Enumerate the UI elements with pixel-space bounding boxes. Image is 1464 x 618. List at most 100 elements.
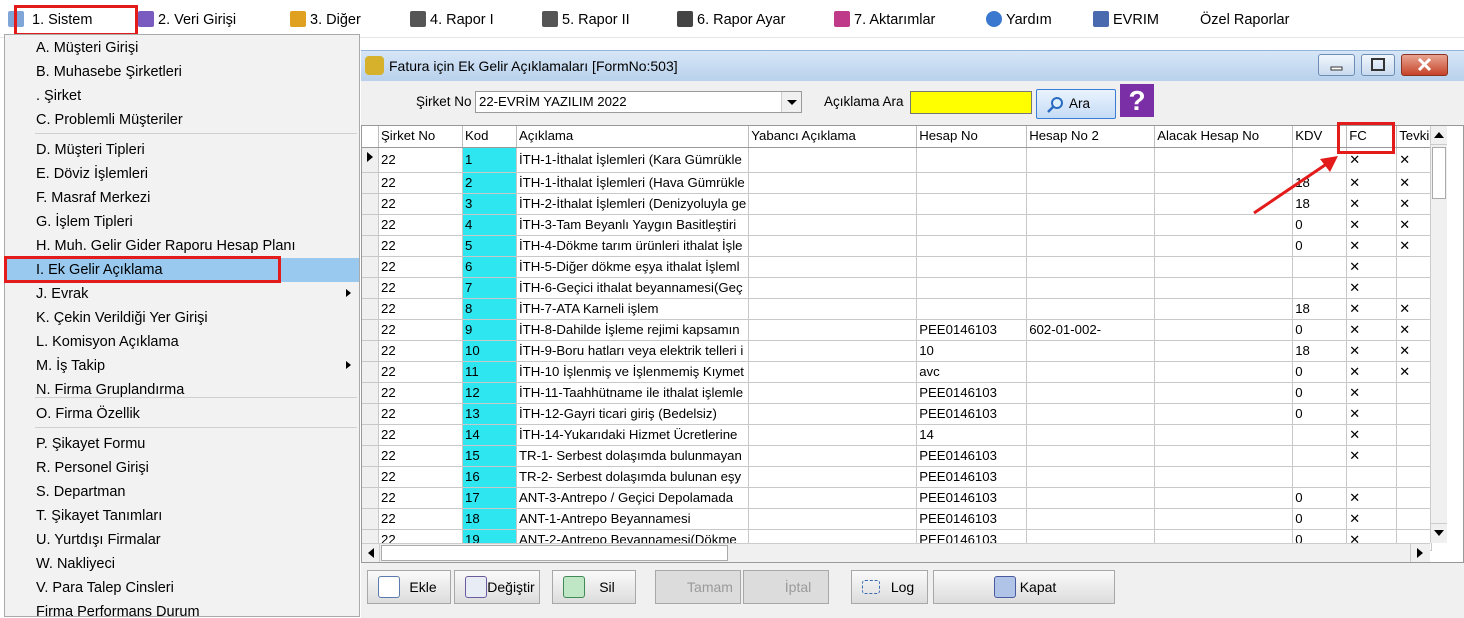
table-cell[interactable]	[1396, 445, 1433, 467]
row-indicator[interactable]	[362, 147, 379, 173]
table-cell[interactable]: 12	[462, 382, 517, 404]
table-cell[interactable]: ANT-3-Antrepo / Geçici Depolamada	[516, 487, 750, 509]
scroll-down-button[interactable]	[1431, 523, 1447, 542]
table-cell[interactable]: İTH-14-Yukarıdaki Hizmet Ücretlerine	[516, 424, 750, 446]
table-cell[interactable]: 22	[378, 424, 463, 446]
sil-button[interactable]: Sil	[552, 570, 636, 604]
column-header[interactable]: Hesap No	[916, 126, 1028, 148]
table-cell[interactable]: 22	[378, 193, 463, 215]
dropdown-item[interactable]: P. Şikayet Formu	[5, 432, 359, 456]
row-indicator[interactable]	[362, 361, 379, 383]
table-cell[interactable]	[1026, 193, 1156, 215]
table-cell[interactable]	[1396, 277, 1433, 299]
table-cell[interactable]	[1154, 319, 1294, 341]
table-cell[interactable]: 22	[378, 466, 463, 488]
table-cell[interactable]	[1154, 361, 1294, 383]
table-cell[interactable]: ✕	[1396, 298, 1433, 320]
table-cell[interactable]: ✕	[1346, 298, 1398, 320]
table-cell[interactable]: ✕	[1346, 235, 1398, 257]
table-cell[interactable]	[1396, 466, 1433, 488]
table-cell[interactable]: ✕	[1346, 172, 1398, 194]
table-cell[interactable]	[916, 256, 1028, 278]
column-header[interactable]: Kod	[462, 126, 517, 148]
table-cell[interactable]: PEE0146103	[916, 319, 1028, 341]
table-cell[interactable]: ✕	[1346, 403, 1398, 425]
table-cell[interactable]: ✕	[1346, 382, 1398, 404]
dropdown-item[interactable]: . Şirket	[5, 84, 359, 108]
table-cell[interactable]	[1026, 340, 1156, 362]
table-cell[interactable]: İTH-6-Geçici ithalat beyannamesi(Geç	[516, 277, 750, 299]
table-row[interactable]: 22 12 İTH-11-Taahhütname ile ithalat işlem…	[362, 382, 1433, 404]
table-cell[interactable]: İTH-5-Diğer dökme eşya ithalat İşleml	[516, 256, 750, 278]
dropdown-item[interactable]: B. Muhasebe Şirketleri	[5, 60, 359, 84]
column-header[interactable]: Açıklama	[516, 126, 750, 148]
table-cell[interactable]	[748, 214, 918, 236]
table-cell[interactable]	[748, 340, 918, 362]
hscroll-thumb[interactable]	[381, 545, 728, 561]
scroll-up-button[interactable]	[1431, 126, 1447, 145]
column-header[interactable]: Hesap No 2	[1026, 126, 1156, 148]
table-cell[interactable]	[1396, 508, 1433, 530]
menu-rapor-1[interactable]: 4. Rapor I	[410, 9, 494, 31]
degistir-button[interactable]: Değiştir	[454, 570, 540, 604]
search-input[interactable]	[910, 91, 1032, 114]
table-cell[interactable]	[1154, 445, 1294, 467]
table-cell[interactable]	[1396, 424, 1433, 446]
table-cell[interactable]: ✕	[1396, 172, 1433, 194]
table-cell[interactable]: 0	[1292, 235, 1348, 257]
table-cell[interactable]: 7	[462, 277, 517, 299]
table-cell[interactable]	[748, 193, 918, 215]
dropdown-item[interactable]: T. Şikayet Tanımları	[5, 504, 359, 528]
table-cell[interactable]: ✕	[1396, 147, 1433, 173]
table-cell[interactable]: 602-01-002-	[1026, 319, 1156, 341]
table-cell[interactable]	[748, 487, 918, 509]
table-row[interactable]: 22 10 İTH-9-Boru hatları veya elektrik tel…	[362, 340, 1433, 362]
table-cell[interactable]: ✕	[1346, 193, 1398, 215]
table-cell[interactable]: PEE0146103	[916, 445, 1028, 467]
table-cell[interactable]	[748, 361, 918, 383]
table-cell[interactable]: 22	[378, 319, 463, 341]
table-cell[interactable]	[1154, 340, 1294, 362]
row-indicator[interactable]	[362, 445, 379, 467]
table-cell[interactable]	[1026, 466, 1156, 488]
table-cell[interactable]	[1154, 382, 1294, 404]
dropdown-item[interactable]: K. Çekin Verildiği Yer Girişi	[5, 306, 359, 330]
table-cell[interactable]	[1026, 445, 1156, 467]
table-cell[interactable]: 0	[1292, 382, 1348, 404]
table-cell[interactable]: 22	[378, 214, 463, 236]
scroll-right-button[interactable]	[1410, 544, 1429, 562]
table-cell[interactable]: İTH-11-Taahhütname ile ithalat işlemle	[516, 382, 750, 404]
table-cell[interactable]: 22	[378, 487, 463, 509]
table-cell[interactable]: 10	[462, 340, 517, 362]
row-indicator[interactable]	[362, 235, 379, 257]
menu-rapor-ayar[interactable]: 6. Rapor Ayar	[677, 9, 785, 31]
table-cell[interactable]	[1026, 235, 1156, 257]
table-cell[interactable]: İTH-10 İşlenmiş ve İşlenmemiş Kıymet	[516, 361, 750, 383]
table-cell[interactable]: 0	[1292, 403, 1348, 425]
table-cell[interactable]	[1396, 382, 1433, 404]
table-cell[interactable]: ✕	[1346, 256, 1398, 278]
table-cell[interactable]: 6	[462, 256, 517, 278]
scroll-thumb[interactable]	[1432, 147, 1446, 199]
ara-button[interactable]: Ara	[1036, 89, 1116, 119]
table-cell[interactable]	[1154, 277, 1294, 299]
table-cell[interactable]: İTH-2-İthalat İşlemleri (Denizyoluyla ge	[516, 193, 750, 215]
dropdown-item[interactable]: E. Döviz İşlemleri	[5, 162, 359, 186]
table-cell[interactable]: ✕	[1396, 340, 1433, 362]
table-cell[interactable]: ✕	[1346, 487, 1398, 509]
table-cell[interactable]: 22	[378, 382, 463, 404]
menu-aktarimlar[interactable]: 7. Aktarımlar	[834, 9, 935, 31]
table-cell[interactable]	[748, 424, 918, 446]
table-cell[interactable]: 18	[1292, 340, 1348, 362]
table-cell[interactable]: 0	[1292, 319, 1348, 341]
table-cell[interactable]	[916, 147, 1028, 173]
table-cell[interactable]	[1026, 508, 1156, 530]
table-cell[interactable]	[748, 172, 918, 194]
table-cell[interactable]	[1154, 424, 1294, 446]
table-cell[interactable]: 14	[916, 424, 1028, 446]
table-cell[interactable]	[1154, 487, 1294, 509]
menu-rapor-2[interactable]: 5. Rapor II	[542, 9, 630, 31]
table-cell[interactable]: 22	[378, 235, 463, 257]
table-cell[interactable]	[1292, 466, 1348, 488]
row-indicator[interactable]	[362, 382, 379, 404]
